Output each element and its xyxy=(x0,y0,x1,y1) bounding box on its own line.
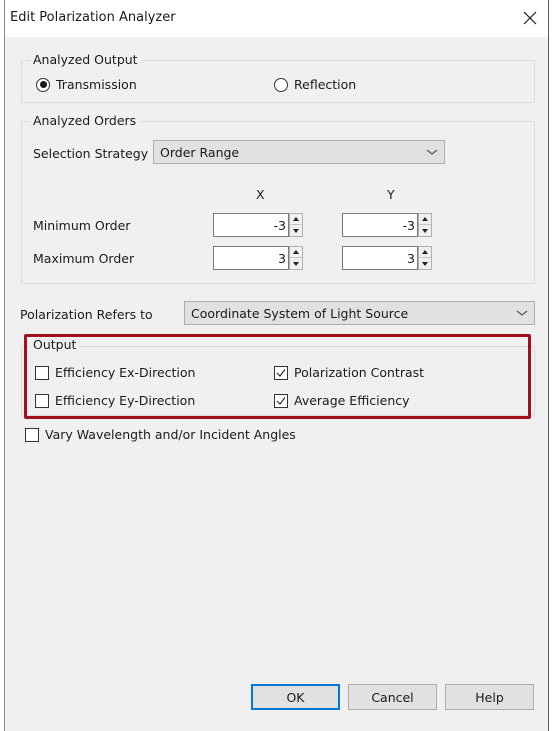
polarization-refers-dropdown[interactable]: Coordinate System of Light Source xyxy=(184,301,535,325)
selection-strategy-value: Order Range xyxy=(160,145,240,160)
checkbox-average-efficiency[interactable]: Average Efficiency xyxy=(274,393,410,408)
checkbox-label: Polarization Contrast xyxy=(294,365,425,380)
close-icon xyxy=(523,11,537,25)
radio-circle xyxy=(36,77,50,92)
radio-transmission[interactable]: Transmission xyxy=(36,77,137,92)
checkbox-efficiency-ex[interactable]: Efficiency Ex-Direction xyxy=(35,365,195,380)
radio-label: Transmission xyxy=(56,77,137,92)
chevron-down-icon xyxy=(426,149,438,155)
column-y-header: Y xyxy=(387,187,395,202)
checkbox-box xyxy=(274,393,288,408)
arrow-up-icon xyxy=(422,217,428,221)
min-order-x-input[interactable]: -3 xyxy=(213,213,289,237)
checkbox-polarization-contrast[interactable]: Polarization Contrast xyxy=(274,365,424,380)
arrow-up-icon xyxy=(293,250,299,254)
output-label: Output xyxy=(30,337,80,352)
minimum-order-label: Minimum Order xyxy=(33,218,131,233)
increment-button[interactable] xyxy=(419,247,431,258)
min-order-y-stepper[interactable]: -3 xyxy=(342,213,432,237)
arrow-down-icon xyxy=(422,261,428,266)
checkmark-icon xyxy=(276,396,286,405)
cancel-button[interactable]: Cancel xyxy=(348,684,437,710)
arrow-up-icon xyxy=(422,250,428,254)
radio-label: Reflection xyxy=(294,77,357,92)
checkbox-label: Average Efficiency xyxy=(294,393,410,408)
radio-circle xyxy=(274,77,288,92)
min-order-x-stepper[interactable]: -3 xyxy=(213,213,303,237)
checkbox-box xyxy=(274,365,288,380)
polarization-refers-value: Coordinate System of Light Source xyxy=(191,306,409,321)
arrow-down-icon xyxy=(422,228,428,233)
window-title: Edit Polarization Analyzer xyxy=(10,10,176,25)
checkbox-box xyxy=(35,365,49,380)
spin-buttons xyxy=(418,246,432,270)
arrow-down-icon xyxy=(293,228,299,233)
radio-reflection[interactable]: Reflection xyxy=(274,77,356,92)
help-button[interactable]: Help xyxy=(445,684,534,710)
decrement-button[interactable] xyxy=(419,225,431,236)
dialog-window: Edit Polarization Analyzer Analyzed Outp… xyxy=(4,0,549,731)
max-order-y-input[interactable]: 3 xyxy=(342,246,418,270)
checkbox-label: Efficiency Ey-Direction xyxy=(55,393,196,408)
chevron-down-icon xyxy=(516,310,528,316)
checkbox-efficiency-ey[interactable]: Efficiency Ey-Direction xyxy=(35,393,195,408)
decrement-button[interactable] xyxy=(290,225,302,236)
selection-strategy-dropdown[interactable]: Order Range xyxy=(153,140,445,164)
analyzed-orders-label: Analyzed Orders xyxy=(30,113,140,128)
max-order-x-input[interactable]: 3 xyxy=(213,246,289,270)
min-order-y-input[interactable]: -3 xyxy=(342,213,418,237)
checkbox-box xyxy=(35,393,49,408)
max-order-y-stepper[interactable]: 3 xyxy=(342,246,432,270)
spin-buttons xyxy=(418,213,432,237)
checkbox-box xyxy=(25,427,39,442)
decrement-button[interactable] xyxy=(419,258,431,269)
polarization-refers-label: Polarization Refers to xyxy=(20,307,153,322)
checkmark-icon xyxy=(276,368,286,377)
title-bar: Edit Polarization Analyzer xyxy=(5,0,548,37)
maximum-order-label: Maximum Order xyxy=(33,251,135,266)
column-x-header: X xyxy=(256,187,265,202)
increment-button[interactable] xyxy=(419,214,431,225)
increment-button[interactable] xyxy=(290,247,302,258)
checkbox-label: Efficiency Ex-Direction xyxy=(55,365,196,380)
selection-strategy-label: Selection Strategy xyxy=(33,146,149,161)
checkbox-vary-wavelength[interactable]: Vary Wavelength and/or Incident Angles xyxy=(25,427,296,442)
spin-buttons xyxy=(289,246,303,270)
max-order-x-stepper[interactable]: 3 xyxy=(213,246,303,270)
spin-buttons xyxy=(289,213,303,237)
checkbox-label: Vary Wavelength and/or Incident Angles xyxy=(45,427,296,442)
close-button[interactable] xyxy=(520,8,540,28)
increment-button[interactable] xyxy=(290,214,302,225)
ok-button[interactable]: OK xyxy=(251,684,340,710)
analyzed-output-label: Analyzed Output xyxy=(30,52,141,67)
arrow-up-icon xyxy=(293,217,299,221)
radio-selected-dot xyxy=(39,81,47,88)
decrement-button[interactable] xyxy=(290,258,302,269)
arrow-down-icon xyxy=(293,261,299,266)
